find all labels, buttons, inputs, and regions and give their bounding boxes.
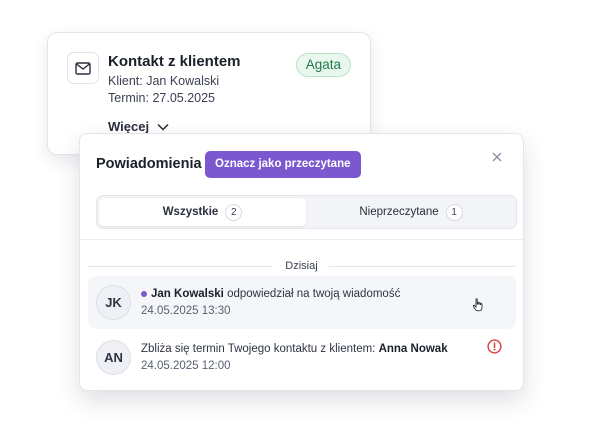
unread-dot-icon (141, 291, 147, 297)
notification-time: 24.05.2025 13:30 (141, 305, 231, 317)
notification-author: Jan Kowalski (151, 288, 224, 300)
notification-text: Jan Kowalski odpowiedział na twoją wiado… (141, 288, 400, 300)
tab-all[interactable]: Wszystkie 2 (99, 198, 306, 226)
notification-text: Zbliża się termin Twojego kontaktu z kli… (141, 343, 448, 355)
hand-cursor-icon (472, 298, 483, 312)
avatar: AN (96, 340, 131, 375)
tab-unread[interactable]: Nieprzeczytane 1 (307, 198, 515, 226)
close-icon[interactable] (491, 151, 503, 163)
notification-time: 24.05.2025 12:00 (141, 360, 231, 372)
tab-unread-label: Nieprzeczytane (359, 206, 439, 218)
notifications-panel: Powiadomienia Oznacz jako przeczytane Ws… (79, 133, 524, 391)
notification-item[interactable]: AN Zbliża się termin Twojego kontaktu z … (88, 331, 516, 384)
task-date: Termin: 27.05.2025 (108, 91, 216, 105)
notification-tabs: Wszystkie 2 Nieprzeczytane 1 (96, 195, 517, 229)
day-separator: Dzisiaj (88, 260, 515, 272)
divider (80, 239, 523, 240)
panel-title: Powiadomienia (96, 156, 202, 172)
more-toggle[interactable]: Więcej (108, 119, 169, 134)
notification-item[interactable]: JK Jan Kowalski odpowiedział na twoją wi… (88, 276, 516, 329)
task-client: Klient: Jan Kowalski (108, 74, 220, 88)
avatar: JK (96, 285, 131, 320)
notification-client: Anna Nowak (378, 343, 448, 355)
alert-circle-icon (487, 339, 502, 354)
more-label: Więcej (108, 119, 150, 134)
tab-all-count: 2 (225, 203, 243, 221)
assignee-badge: Agata (295, 53, 351, 77)
notification-message: odpowiedział na twoją wiadomość (227, 288, 401, 300)
notification-message: Zbliża się termin Twojego kontaktu z kli… (141, 343, 376, 355)
mark-all-read-button[interactable]: Oznacz jako przeczytane (205, 151, 361, 178)
task-title: Kontakt z klientem (108, 53, 241, 70)
tab-all-label: Wszystkie (162, 206, 219, 218)
mail-icon (67, 52, 99, 84)
chevron-down-icon (157, 123, 169, 131)
day-separator-line-right (329, 266, 515, 267)
tab-unread-count: 1 (445, 203, 463, 221)
